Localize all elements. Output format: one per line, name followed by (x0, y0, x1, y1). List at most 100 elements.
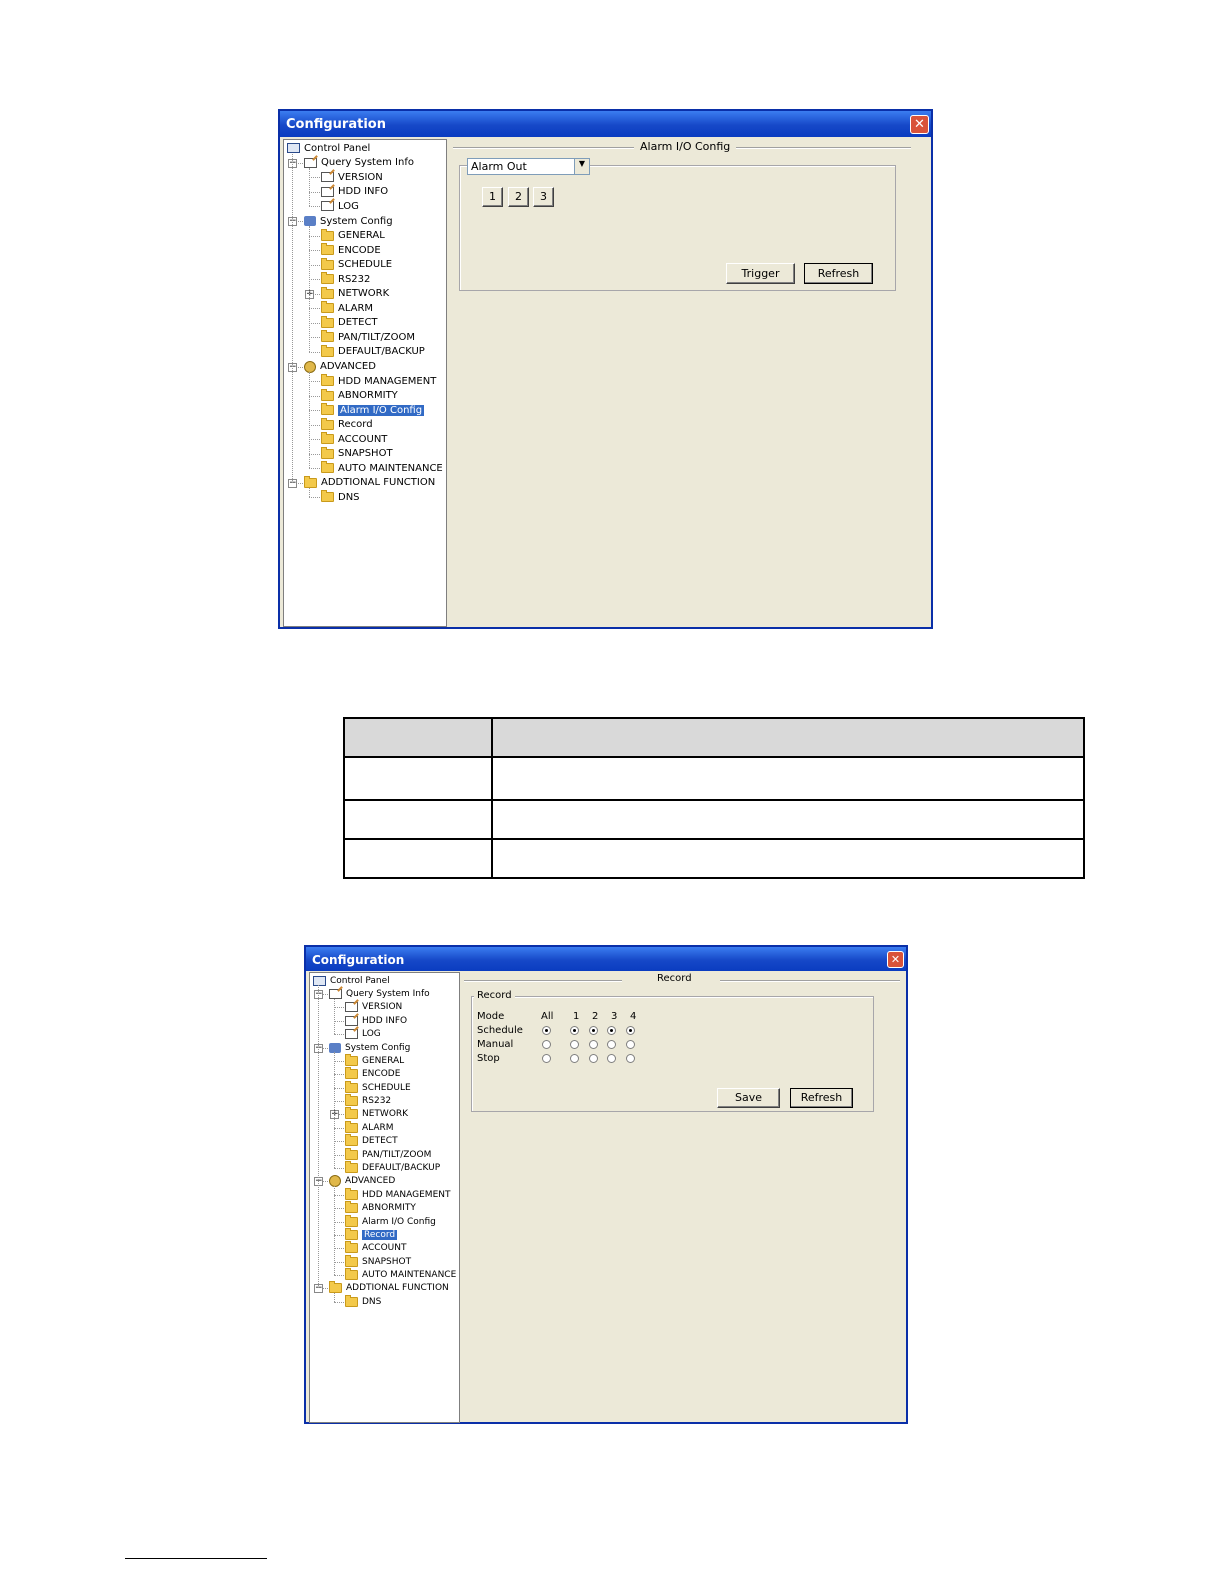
title-bar[interactable]: Configuration ✕ (306, 947, 906, 971)
table-cell (491, 756, 1085, 801)
radio-manual-3[interactable] (607, 1040, 616, 1049)
tree-item-snapshot[interactable]: SNAPSHOT (321, 446, 393, 462)
tree-connector (309, 235, 320, 237)
tree-item-additional-function[interactable]: ADDTIONAL FUNCTION (304, 475, 435, 491)
channel-button-2[interactable]: 2 (508, 187, 529, 207)
tree-item-default-backup[interactable]: DEFAULT/BACKUP (321, 344, 425, 360)
tree-item-network[interactable]: NETWORK (321, 286, 389, 302)
radio-stop-3[interactable] (607, 1054, 616, 1063)
tree-item-hdd-info[interactable]: HDD INFO (345, 1014, 407, 1027)
radio-stop-2[interactable] (589, 1054, 598, 1063)
tree-connector (309, 424, 320, 426)
tree-item-label: LOG (362, 1029, 381, 1040)
tree-item-network[interactable]: NETWORK (345, 1107, 408, 1121)
folder-icon (321, 374, 334, 387)
channel-button-1[interactable]: 1 (482, 187, 503, 207)
radio-manual-2[interactable] (589, 1040, 598, 1049)
column-header-2: 2 (592, 1011, 599, 1022)
radio-schedule-all[interactable] (542, 1026, 551, 1035)
tree-item-abnormity[interactable]: ABNORMITY (321, 388, 398, 403)
gears-icon (329, 1175, 341, 1188)
tree-item-dns[interactable]: DNS (321, 490, 360, 505)
tree-item-account[interactable]: ACCOUNT (345, 1241, 406, 1255)
radio-manual-4[interactable] (626, 1040, 635, 1049)
tree-item-schedule[interactable]: SCHEDULE (321, 257, 392, 272)
table-cell (491, 838, 1085, 879)
tree-connector (309, 468, 320, 470)
tree-item-record[interactable]: Record (321, 417, 373, 432)
radio-schedule-2[interactable] (589, 1026, 598, 1035)
tree-item-rs232[interactable]: RS232 (321, 272, 370, 287)
table-header-cell (491, 717, 1085, 758)
tree-item-snapshot[interactable]: SNAPSHOT (345, 1254, 411, 1268)
tree-item-additional-function[interactable]: ADDTIONAL FUNCTION (329, 1281, 449, 1295)
close-icon[interactable]: ✕ (887, 951, 904, 968)
tree-item-dns[interactable]: DNS (345, 1294, 381, 1308)
tree-connector (334, 1141, 344, 1143)
tree-item-auto-maintenance[interactable]: AUTO MAINTENANCE (345, 1268, 456, 1281)
tree-item-hdd-management[interactable]: HDD MANAGEMENT (321, 374, 436, 389)
nav-tree[interactable]: Control Panel − Query System Info VERSION HD… (283, 139, 447, 627)
tree-item-account[interactable]: ACCOUNT (321, 432, 387, 447)
folder-icon (345, 1268, 358, 1281)
tree-item-version[interactable]: VERSION (321, 170, 383, 185)
notepad-icon (345, 1029, 358, 1040)
tree-item-system-config[interactable]: System Config (329, 1041, 410, 1054)
title-bar[interactable]: Configuration ✕ (280, 111, 931, 137)
tree-item-query-system-info[interactable]: Query System Info (304, 156, 414, 171)
tree-item-general[interactable]: GENERAL (321, 228, 385, 243)
close-icon[interactable]: ✕ (910, 115, 929, 134)
folder-icon (345, 1227, 358, 1240)
save-button[interactable]: Save (717, 1088, 780, 1108)
tree-connector (334, 1221, 344, 1223)
tree-item-label: DETECT (362, 1136, 398, 1147)
channel-button-3[interactable]: 3 (533, 187, 554, 207)
tree-item-hdd-info[interactable]: HDD INFO (321, 185, 388, 200)
tree-item-alarm-io-config[interactable]: Alarm I/O Config (345, 1214, 436, 1228)
trigger-button[interactable]: Trigger (726, 263, 795, 284)
tree-item-advanced[interactable]: ADVANCED (329, 1175, 395, 1188)
nav-tree[interactable]: Control Panel − Query System Info VERSION HD… (309, 972, 460, 1423)
tree-item-alarm-io-config[interactable]: Alarm I/O Config (321, 403, 425, 418)
tree-item-alarm[interactable]: ALARM (321, 301, 373, 316)
tree-item-schedule[interactable]: SCHEDULE (345, 1080, 411, 1094)
radio-manual-all[interactable] (542, 1040, 551, 1049)
tree-item-control-panel[interactable]: Control Panel (313, 974, 390, 987)
tree-item-rs232[interactable]: RS232 (345, 1094, 391, 1107)
radio-stop-all[interactable] (542, 1054, 551, 1063)
tree-item-encode[interactable]: ENCODE (345, 1067, 400, 1081)
radio-schedule-4[interactable] (626, 1026, 635, 1035)
table-cell (343, 756, 493, 801)
radio-schedule-3[interactable] (607, 1026, 616, 1035)
tree-connector (334, 1034, 344, 1036)
tree-item-record[interactable]: Record (345, 1227, 398, 1241)
radio-manual-1[interactable] (570, 1040, 579, 1049)
tree-item-abnormity[interactable]: ABNORMITY (345, 1201, 416, 1214)
tree-item-query-system-info[interactable]: Query System Info (329, 987, 430, 1000)
tree-item-pan-tilt-zoom[interactable]: PAN/TILT/ZOOM (321, 330, 415, 345)
tree-item-pan-tilt-zoom[interactable]: PAN/TILT/ZOOM (345, 1147, 431, 1161)
refresh-button[interactable]: Refresh (790, 1088, 853, 1108)
tree-item-version[interactable]: VERSION (345, 1001, 402, 1014)
tree-item-log[interactable]: LOG (345, 1028, 381, 1041)
tree-item-auto-maintenance[interactable]: AUTO MAINTENANCE (321, 461, 443, 476)
chevron-down-icon[interactable]: ▼ (574, 159, 589, 174)
refresh-button[interactable]: Refresh (804, 263, 873, 284)
tree-item-default-backup[interactable]: DEFAULT/BACKUP (345, 1161, 440, 1174)
folder-icon (321, 315, 334, 328)
tree-item-detect[interactable]: DETECT (345, 1134, 398, 1148)
tree-item-general[interactable]: GENERAL (345, 1053, 404, 1067)
tree-item-advanced[interactable]: ADVANCED (304, 359, 376, 374)
tree-item-log[interactable]: LOG (321, 199, 359, 214)
radio-stop-1[interactable] (570, 1054, 579, 1063)
tree-item-hdd-management[interactable]: HDD MANAGEMENT (345, 1187, 450, 1201)
tree-item-encode[interactable]: ENCODE (321, 243, 381, 258)
tree-item-detect[interactable]: DETECT (321, 315, 378, 331)
alarm-type-select[interactable]: Alarm Out ▼ (467, 158, 590, 175)
tree-item-alarm[interactable]: ALARM (345, 1120, 394, 1134)
tree-item-control-panel[interactable]: Control Panel (287, 141, 370, 156)
tree-item-system-config[interactable]: System Config (304, 214, 393, 229)
radio-stop-4[interactable] (626, 1054, 635, 1063)
tree-item-label: ABNORMITY (362, 1203, 416, 1214)
radio-schedule-1[interactable] (570, 1026, 579, 1035)
